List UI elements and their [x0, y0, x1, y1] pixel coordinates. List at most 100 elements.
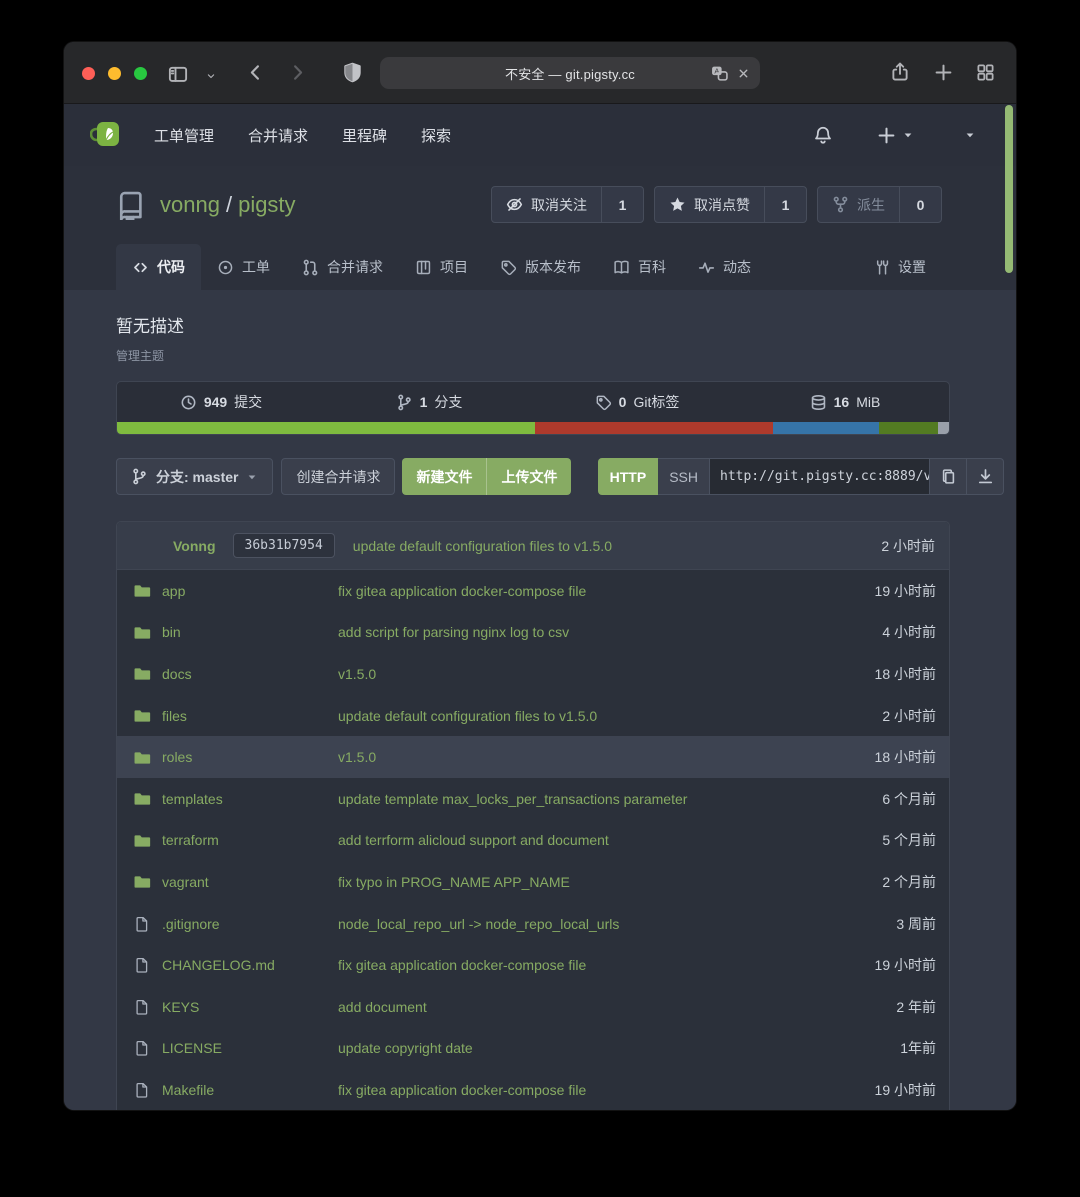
stat-label: 分支: [434, 392, 462, 412]
user-menu-caret-icon[interactable]: [964, 129, 976, 141]
minimize-window-button[interactable]: [108, 67, 121, 80]
clone-ssh-button[interactable]: SSH: [658, 458, 710, 495]
tab-label: 设置: [898, 257, 926, 277]
file-commit-message-link[interactable]: v1.5.0: [338, 749, 875, 765]
tab-pr[interactable]: 合并请求: [286, 244, 399, 290]
file-name-link[interactable]: KEYS: [162, 999, 338, 1015]
clone-panel: HTTP SSH http://git.pigsty.cc:8889/vonng: [598, 458, 1004, 495]
file-commit-message-link[interactable]: node_local_repo_url -> node_repo_local_u…: [338, 916, 896, 932]
file-name-link[interactable]: Makefile: [162, 1082, 338, 1098]
download-button[interactable]: [967, 458, 1004, 495]
tab-settings[interactable]: 设置: [857, 244, 942, 290]
commit-hash[interactable]: 36b31b7954: [233, 533, 335, 558]
share-button[interactable]: [890, 62, 910, 82]
commit-author-link[interactable]: Vonng: [173, 538, 216, 554]
commit-message-link[interactable]: update default configuration files to v1…: [353, 538, 882, 554]
create-pr-button[interactable]: 创建合并请求: [281, 458, 395, 495]
clone-url-input[interactable]: http://git.pigsty.cc:8889/vonng: [710, 458, 930, 495]
forward-button[interactable]: [288, 63, 307, 82]
zoom-window-button[interactable]: [134, 67, 147, 80]
stat-label: 提交: [234, 392, 262, 412]
sidebar-toggle-icon[interactable]: [168, 64, 188, 84]
action-eye-off-button[interactable]: 取消关注1: [491, 186, 644, 223]
tab-code[interactable]: 代码: [116, 244, 201, 290]
gitea-logo-icon[interactable]: [90, 119, 126, 151]
action-label[interactable]: 派生: [818, 187, 899, 222]
file-name-link[interactable]: files: [162, 708, 338, 724]
new-tab-button[interactable]: [934, 63, 953, 82]
upload-file-button[interactable]: 上传文件: [486, 458, 571, 495]
action-label[interactable]: 取消点赞: [655, 187, 764, 222]
navbar-item-工单管理[interactable]: 工单管理: [154, 125, 214, 146]
repo-owner-link[interactable]: vonng: [160, 192, 220, 217]
file-commit-message-link[interactable]: add terrform alicloud support and docume…: [338, 832, 882, 848]
file-name-link[interactable]: roles: [162, 749, 338, 765]
file-name-link[interactable]: bin: [162, 624, 338, 640]
file-commit-message-link[interactable]: update default configuration files to v1…: [338, 708, 882, 724]
page-scrollbar[interactable]: [1005, 105, 1013, 273]
file-row: binadd script for parsing nginx log to c…: [117, 612, 949, 654]
translate-icon[interactable]: A: [711, 65, 728, 82]
file-commit-message-link[interactable]: v1.5.0: [338, 666, 875, 682]
stat-branch[interactable]: 1分支: [325, 392, 533, 412]
create-new-button[interactable]: [877, 126, 914, 145]
tab-project[interactable]: 项目: [399, 244, 484, 290]
file-name-link[interactable]: .gitignore: [162, 916, 338, 932]
navbar-item-合并请求[interactable]: 合并请求: [248, 125, 308, 146]
plus-icon: [877, 126, 896, 145]
file-row: terraformadd terrform alicloud support a…: [117, 820, 949, 862]
address-bar[interactable]: 不安全 — git.pigsty.cc A: [380, 57, 760, 89]
close-window-button[interactable]: [82, 67, 95, 80]
file-commit-time: 3 周前: [896, 914, 936, 934]
clone-http-button[interactable]: HTTP: [598, 458, 659, 495]
file-commit-message-link[interactable]: add document: [338, 999, 896, 1015]
back-button[interactable]: [246, 63, 265, 82]
file-commit-message-link[interactable]: fix typo in PROG_NAME APP_NAME: [338, 874, 882, 890]
file-name-link[interactable]: app: [162, 583, 338, 599]
file-commit-message-link[interactable]: update copyright date: [338, 1040, 900, 1056]
navbar-item-探索[interactable]: 探索: [421, 125, 451, 146]
file-commit-message-link[interactable]: add script for parsing nginx log to csv: [338, 624, 882, 640]
tab-issue[interactable]: 工单: [201, 244, 286, 290]
action-fork-button[interactable]: 派生0: [817, 186, 942, 223]
tab-tag[interactable]: 版本发布: [484, 244, 597, 290]
tab-wiki[interactable]: 百科: [597, 244, 682, 290]
navbar-item-里程碑[interactable]: 里程碑: [342, 125, 387, 146]
privacy-shield-icon[interactable]: [342, 62, 363, 83]
action-count[interactable]: 0: [899, 187, 941, 222]
file-name-link[interactable]: vagrant: [162, 874, 338, 890]
branch-selector[interactable]: 分支: master: [116, 458, 273, 495]
tab-label: 项目: [440, 257, 468, 277]
action-count[interactable]: 1: [764, 187, 806, 222]
notifications-bell-icon[interactable]: [813, 125, 833, 145]
latest-commit-row: Vonng 36b31b7954 update default configur…: [117, 522, 949, 570]
file-name-link[interactable]: docs: [162, 666, 338, 682]
action-count[interactable]: 1: [601, 187, 643, 222]
file-commit-message-link[interactable]: update template max_locks_per_transactio…: [338, 791, 882, 807]
folder-icon: [134, 624, 162, 641]
tab-activity[interactable]: 动态: [682, 244, 767, 290]
file-name-link[interactable]: terraform: [162, 832, 338, 848]
stat-tag[interactable]: 0Git标签: [533, 392, 741, 412]
sidebar-chevron-icon[interactable]: [205, 70, 217, 82]
download-icon: [977, 468, 994, 485]
manage-topics-link[interactable]: 管理主题: [116, 347, 950, 364]
file-name-link[interactable]: templates: [162, 791, 338, 807]
stop-loading-icon[interactable]: [737, 67, 750, 80]
stat-history[interactable]: 949提交: [117, 392, 325, 412]
copy-url-button[interactable]: [930, 458, 967, 495]
new-file-button[interactable]: 新建文件: [402, 458, 486, 495]
tab-label: 版本发布: [525, 257, 581, 277]
action-label[interactable]: 取消关注: [492, 187, 601, 222]
file-name-link[interactable]: CHANGELOG.md: [162, 957, 338, 973]
action-star-button[interactable]: 取消点赞1: [654, 186, 807, 223]
file-commit-message-link[interactable]: fix gitea application docker-compose fil…: [338, 1082, 875, 1098]
file-commit-time: 4 小时前: [882, 622, 936, 642]
stat-db[interactable]: 16MiB: [741, 394, 949, 411]
file-name-link[interactable]: LICENSE: [162, 1040, 338, 1056]
folder-icon: [134, 749, 162, 766]
file-commit-message-link[interactable]: fix gitea application docker-compose fil…: [338, 583, 875, 599]
file-commit-message-link[interactable]: fix gitea application docker-compose fil…: [338, 957, 875, 973]
repo-name-link[interactable]: pigsty: [238, 192, 295, 217]
tab-overview-button[interactable]: [976, 63, 995, 82]
